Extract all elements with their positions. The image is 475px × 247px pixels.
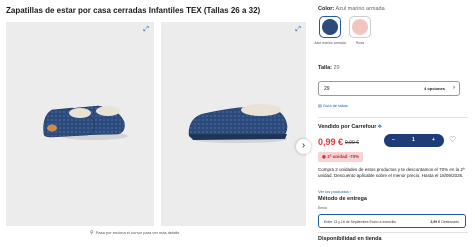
increase-button[interactable]: + bbox=[432, 137, 435, 143]
see-products-link[interactable]: Ver los productos › bbox=[318, 189, 351, 194]
size-label: Talla: 29 bbox=[318, 65, 340, 71]
promo-description: Compra 2 unidades de estos productos y t… bbox=[318, 167, 465, 179]
old-price: 9,99 € bbox=[345, 140, 359, 146]
size-select[interactable]: 29 4 opciones › bbox=[318, 81, 460, 96]
quantity-value: 1 bbox=[412, 137, 415, 143]
expand-icon[interactable]: ⤢ bbox=[143, 26, 149, 34]
carrefour-logo-icon: ⟡ bbox=[377, 124, 382, 130]
slipper-side-illustration bbox=[188, 104, 288, 143]
product-image-1[interactable]: ⤢ bbox=[6, 22, 154, 226]
size-guide-link[interactable]: ▤ Guía de tallas bbox=[318, 103, 348, 108]
product-title: Zapatillas de estar por casa cerradas In… bbox=[6, 6, 261, 15]
promo-badge: ◉ 2ª unidad -70% bbox=[318, 152, 364, 162]
zoom-hint: ⚲ Pasa por encima el cursor para ver más … bbox=[90, 230, 180, 236]
swatch-caption: Rosa bbox=[355, 41, 365, 45]
decrease-button[interactable]: − bbox=[392, 137, 395, 143]
magnifier-icon: ⚲ bbox=[90, 230, 94, 236]
slipper-pair-illustration bbox=[43, 105, 128, 140]
product-info-panel: Color: Azul marino armada Azul marino ar… bbox=[314, 0, 468, 247]
delivery-title: Método de entrega bbox=[318, 196, 367, 202]
delivery-option[interactable]: Entre 13 y 16 de Septiembre Envío a domi… bbox=[318, 214, 466, 228]
current-price: 0,99 € bbox=[318, 137, 344, 147]
product-image-2[interactable]: ⤢ bbox=[161, 22, 306, 226]
chevron-right-icon: › bbox=[301, 140, 306, 151]
quantity-stepper: − 1 + bbox=[384, 134, 444, 147]
image-gallery: ⤢ ⤢ › bbox=[6, 22, 311, 226]
color-swatch-rosa[interactable] bbox=[349, 16, 371, 38]
envio-label: Envío bbox=[318, 206, 327, 210]
gallery-pagination bbox=[146, 240, 160, 247]
swatch-caption: Azul marino armada bbox=[314, 41, 346, 45]
divider bbox=[318, 232, 468, 233]
color-label: Color: Azul marino armada bbox=[318, 6, 385, 12]
ruler-icon: ▤ bbox=[318, 103, 322, 108]
expand-icon[interactable]: ⤢ bbox=[295, 26, 301, 34]
chevron-right-icon: › bbox=[453, 85, 455, 91]
seller-info: Vendido por Carrefour ⟡ bbox=[318, 124, 382, 130]
favorite-heart-icon[interactable]: ♡ bbox=[449, 136, 456, 144]
percent-tag-icon: ◉ bbox=[322, 154, 326, 159]
divider bbox=[318, 117, 468, 118]
store-availability-title: Disponibilidad en tienda bbox=[318, 236, 382, 242]
color-swatch-azul[interactable] bbox=[319, 16, 341, 38]
next-image-button[interactable]: › bbox=[296, 139, 311, 154]
